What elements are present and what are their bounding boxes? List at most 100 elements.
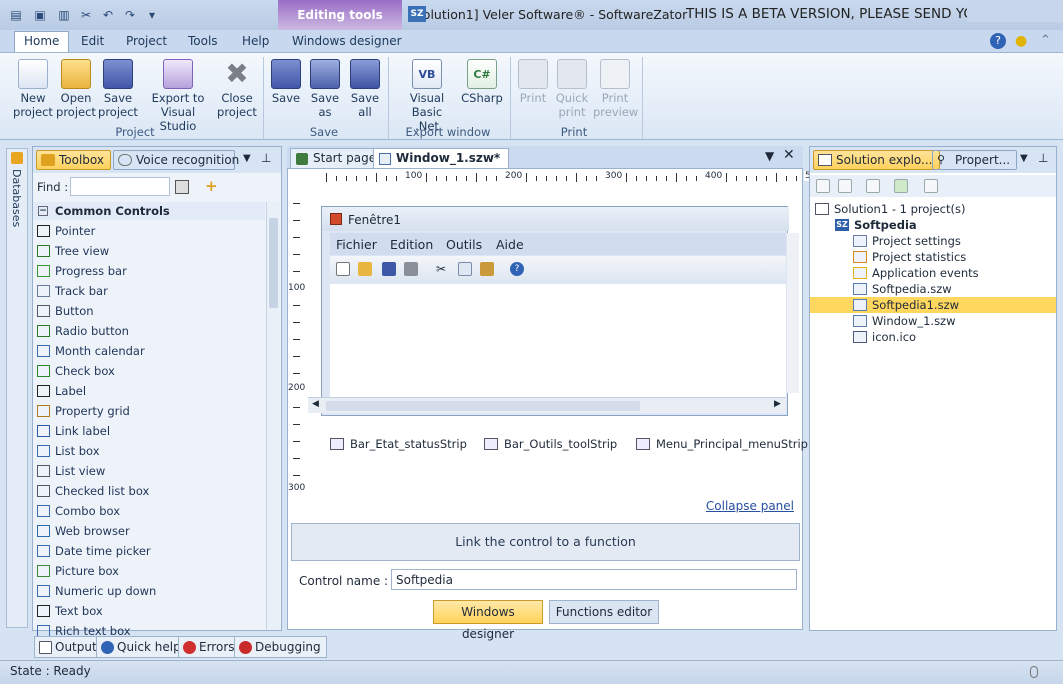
printer-icon[interactable] bbox=[404, 262, 418, 276]
tree-item[interactable]: Project settings bbox=[853, 233, 961, 249]
scroll-thumb[interactable] bbox=[269, 218, 278, 308]
tab-home[interactable]: Home bbox=[14, 31, 70, 53]
tab-quick-help[interactable]: Quick help bbox=[96, 636, 187, 658]
save-all-button[interactable]: Save all bbox=[346, 59, 384, 119]
quick-save-icon[interactable]: ▣ bbox=[32, 7, 48, 23]
refresh-icon[interactable] bbox=[894, 179, 908, 193]
toolbox-item[interactable]: Property grid bbox=[33, 401, 265, 421]
category-common-controls[interactable]: − Common Controls bbox=[33, 202, 265, 220]
form-menu-edition[interactable]: Edition bbox=[390, 237, 433, 252]
component-menu-strip[interactable]: Menu_Principal_menuStrip bbox=[636, 437, 808, 451]
save-project-button[interactable]: Save project bbox=[98, 59, 138, 119]
help-icon[interactable]: ? bbox=[990, 33, 1006, 49]
tab-window-1[interactable]: Window_1.szw* bbox=[373, 148, 510, 168]
form-title-bar[interactable]: Fenêtre1 bbox=[322, 207, 789, 231]
paste-icon[interactable] bbox=[480, 262, 494, 276]
tab-debugging[interactable]: Debugging bbox=[234, 636, 327, 658]
form-menu-aide[interactable]: Aide bbox=[496, 237, 524, 252]
microphone-status-icon[interactable] bbox=[1030, 666, 1038, 678]
tab-output[interactable]: Output bbox=[34, 636, 103, 658]
tree-item[interactable]: Softpedia.szw bbox=[853, 281, 952, 297]
link-control-to-function-button[interactable]: Link the control to a function bbox=[291, 523, 800, 561]
open-folder-icon[interactable] bbox=[358, 262, 372, 276]
tree-solution-root[interactable]: Solution1 - 1 project(s) bbox=[815, 201, 965, 217]
customize-icon[interactable]: ▾ bbox=[144, 7, 160, 23]
ribbon-minimize-icon[interactable]: ⌃ bbox=[1040, 33, 1051, 48]
databases-side-tab[interactable]: Databases bbox=[6, 148, 28, 628]
control-name-input[interactable]: Softpedia bbox=[391, 569, 797, 590]
save-as-button[interactable]: Save as bbox=[306, 59, 344, 119]
add-item-icon[interactable] bbox=[924, 179, 938, 193]
tree-item[interactable]: Application events bbox=[853, 265, 979, 281]
form-menu-strip[interactable]: Fichier Edition Outils Aide bbox=[330, 233, 786, 255]
tab-voice-recognition[interactable]: Voice recognition bbox=[113, 150, 239, 170]
form-client-area[interactable] bbox=[330, 284, 786, 409]
print-button[interactable]: Print bbox=[515, 59, 551, 105]
panel-menu-icon[interactable]: ▼ bbox=[1020, 153, 1028, 164]
tree-item[interactable]: Window_1.szw bbox=[853, 313, 956, 329]
open-project-button[interactable]: Open project bbox=[56, 59, 96, 119]
folder-icon[interactable] bbox=[816, 179, 830, 193]
quick-new-icon[interactable]: ▤ bbox=[8, 7, 24, 23]
toolbox-item[interactable]: Picture box bbox=[33, 561, 265, 581]
tree-item[interactable]: Softpedia1.szw bbox=[810, 297, 1056, 313]
toolbox-item[interactable]: Tree view bbox=[33, 241, 265, 261]
quick-cut-icon[interactable]: ✂ bbox=[78, 7, 94, 23]
component-tool-strip[interactable]: Bar_Outils_toolStrip bbox=[484, 437, 617, 451]
tree-item[interactable]: icon.ico bbox=[853, 329, 916, 345]
designer-horizontal-scrollbar[interactable]: ◀ ▶ bbox=[308, 397, 786, 413]
toolbox-item[interactable]: List box bbox=[33, 441, 265, 461]
export-visual-studio-button[interactable]: Export to Visual Studio bbox=[142, 59, 214, 133]
toolbox-item[interactable]: List view bbox=[33, 461, 265, 481]
quick-open-icon[interactable]: ▥ bbox=[56, 7, 72, 23]
scroll-left-icon[interactable]: ◀ bbox=[312, 399, 319, 409]
help-circle-icon[interactable]: ? bbox=[510, 262, 524, 276]
tab-project[interactable]: Project bbox=[126, 34, 167, 48]
copy-icon[interactable] bbox=[458, 262, 472, 276]
toolbox-item[interactable]: Pointer bbox=[33, 221, 265, 241]
pin-icon[interactable]: ⊥ bbox=[261, 151, 271, 165]
component-status-strip[interactable]: Bar_Etat_statusStrip bbox=[330, 437, 467, 451]
collapse-panel-link[interactable]: Collapse panel bbox=[706, 499, 794, 513]
redo-icon[interactable]: ↷ bbox=[122, 7, 138, 23]
tab-windows-designer[interactable]: Windows designer bbox=[292, 34, 402, 48]
undo-icon[interactable]: ↶ bbox=[100, 7, 116, 23]
toolbox-item[interactable]: Text box bbox=[33, 601, 265, 621]
toolbox-scrollbar[interactable] bbox=[266, 202, 280, 630]
file-icon[interactable] bbox=[838, 179, 852, 193]
functions-editor-button[interactable]: Functions editor bbox=[549, 600, 659, 624]
tab-help[interactable]: Help bbox=[242, 34, 269, 48]
form-vertical-scrollbar[interactable] bbox=[787, 233, 799, 393]
tab-tools[interactable]: Tools bbox=[188, 34, 218, 48]
toolbox-item[interactable]: Combo box bbox=[33, 501, 265, 521]
toolbox-item[interactable]: Check box bbox=[33, 361, 265, 381]
quick-print-button[interactable]: Quick print bbox=[553, 59, 591, 119]
toolbox-item[interactable]: Numeric up down bbox=[33, 581, 265, 601]
toolbox-item[interactable]: Link label bbox=[33, 421, 265, 441]
tips-bulb-icon[interactable]: ● bbox=[1015, 33, 1027, 49]
save-button[interactable]: Save bbox=[268, 59, 304, 105]
tree-project[interactable]: SZ Softpedia bbox=[835, 217, 917, 233]
scroll-right-icon[interactable]: ▶ bbox=[774, 399, 781, 409]
pin-icon[interactable]: ⊥ bbox=[1038, 151, 1048, 165]
save-disk-icon[interactable] bbox=[382, 262, 396, 276]
toolbox-item[interactable]: Web browser bbox=[33, 521, 265, 541]
form-menu-fichier[interactable]: Fichier bbox=[336, 237, 377, 252]
csharp-button[interactable]: C# CSharp bbox=[460, 59, 504, 105]
tab-solution-explorer[interactable]: Solution explo... bbox=[813, 150, 940, 170]
tree-item[interactable]: Project statistics bbox=[853, 249, 966, 265]
document-list-icon[interactable]: ▼ bbox=[765, 149, 774, 163]
close-project-button[interactable]: ✖ Close project bbox=[216, 59, 258, 120]
toolbox-item[interactable]: Date time picker bbox=[33, 541, 265, 561]
form-menu-outils[interactable]: Outils bbox=[446, 237, 482, 252]
cut-icon[interactable]: ✂ bbox=[436, 262, 450, 276]
visual-basic-button[interactable]: VB Visual Basic .Net bbox=[394, 59, 460, 133]
new-project-button[interactable]: New project bbox=[12, 59, 54, 119]
toolbox-item[interactable]: Month calendar bbox=[33, 341, 265, 361]
tab-errors[interactable]: Errors bbox=[178, 636, 241, 658]
filter-icon[interactable] bbox=[866, 179, 880, 193]
add-icon[interactable]: + bbox=[205, 177, 218, 195]
toolbox-item[interactable]: Track bar bbox=[33, 281, 265, 301]
print-preview-button[interactable]: Print preview bbox=[593, 59, 638, 119]
toolbox-item[interactable]: Progress bar bbox=[33, 261, 265, 281]
